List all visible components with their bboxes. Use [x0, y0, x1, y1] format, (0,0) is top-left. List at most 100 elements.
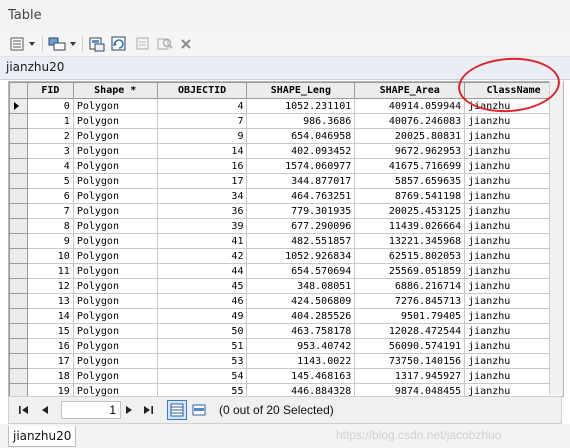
cell-shape-leng[interactable]: 463.758178: [246, 323, 356, 339]
cell-shape-area[interactable]: 20025.80831: [354, 128, 466, 144]
cell-shape-leng[interactable]: 986.3686: [246, 113, 356, 129]
cell-fid[interactable]: 16: [26, 338, 74, 354]
cell-shape[interactable]: Polygon: [72, 323, 158, 339]
table-row[interactable]: 1 Polygon 7 986.3686 40076.246083 jianzhu: [9, 113, 563, 129]
row-selector[interactable]: [9, 233, 28, 249]
cell-classname[interactable]: jianzhu: [464, 323, 563, 339]
cell-shape[interactable]: Polygon: [72, 308, 158, 324]
cell-fid[interactable]: 6: [26, 188, 74, 204]
cell-shape-area[interactable]: 40914.059944: [354, 98, 466, 114]
cell-shape-leng[interactable]: 464.763251: [246, 188, 356, 204]
current-record-input[interactable]: 1: [61, 401, 121, 419]
related-tables-icon[interactable]: [48, 35, 78, 53]
cell-classname[interactable]: jianzhu: [464, 113, 563, 129]
cell-shape[interactable]: Polygon: [72, 293, 158, 309]
cell-shape-leng[interactable]: 953.40742: [246, 338, 356, 354]
cell-classname[interactable]: jianzhu: [464, 128, 563, 144]
cell-classname[interactable]: jianzhu: [464, 203, 563, 219]
first-record-icon[interactable]: [17, 403, 31, 417]
cell-fid[interactable]: 13: [26, 293, 74, 309]
row-selector[interactable]: [9, 113, 28, 129]
column-header-fid[interactable]: FID: [26, 82, 74, 99]
row-selector[interactable]: [9, 338, 28, 354]
cell-classname[interactable]: jianzhu: [464, 383, 563, 396]
cell-shape-area[interactable]: 7276.845713: [354, 293, 466, 309]
tab-jianzhu20[interactable]: jianzhu20: [8, 426, 77, 447]
cell-classname[interactable]: jianzhu: [464, 158, 563, 174]
table-row[interactable]: 5 Polygon 17 344.877017 5857.659635 jianzhu: [9, 173, 563, 189]
row-selector[interactable]: [9, 218, 28, 234]
cell-shape[interactable]: Polygon: [72, 278, 158, 294]
table-row[interactable]: 16 Polygon 51 953.40742 56090.574191 jianzhu: [9, 338, 563, 354]
cell-fid[interactable]: 19: [26, 383, 74, 396]
show-selected-records-icon[interactable]: [189, 400, 209, 420]
cell-classname[interactable]: jianzhu: [464, 338, 563, 354]
cell-shape[interactable]: Polygon: [72, 188, 158, 204]
cell-shape-leng[interactable]: 482.551857: [246, 233, 356, 249]
cell-shape-area[interactable]: 73750.140156: [354, 353, 466, 369]
cell-fid[interactable]: 3: [26, 143, 74, 159]
clear-selection-icon[interactable]: [134, 35, 152, 53]
table-row[interactable]: 3 Polygon 14 402.093452 9672.962953 jianzhu: [9, 143, 563, 159]
cell-shape[interactable]: Polygon: [72, 233, 158, 249]
cell-classname[interactable]: jianzhu: [464, 308, 563, 324]
cell-objectid[interactable]: 49: [156, 308, 248, 324]
cell-shape[interactable]: Polygon: [72, 263, 158, 279]
cell-shape-area[interactable]: 5857.659635: [354, 173, 466, 189]
cell-shape[interactable]: Polygon: [72, 338, 158, 354]
row-selector[interactable]: [9, 383, 28, 396]
cell-fid[interactable]: 2: [26, 128, 74, 144]
cell-classname[interactable]: jianzhu: [464, 368, 563, 384]
cell-shape-area[interactable]: 40076.246083: [354, 113, 466, 129]
cell-shape[interactable]: Polygon: [72, 383, 158, 396]
cell-classname[interactable]: jianzhu: [464, 173, 563, 189]
cell-classname[interactable]: jianzhu: [464, 143, 563, 159]
row-selector[interactable]: [9, 128, 28, 144]
cell-shape-area[interactable]: 41675.716699: [354, 158, 466, 174]
cell-objectid[interactable]: 53: [156, 353, 248, 369]
cell-classname[interactable]: jianzhu: [464, 188, 563, 204]
cell-classname[interactable]: jianzhu: [464, 263, 563, 279]
table-row[interactable]: 19 Polygon 55 446.884328 9874.048455 jianzhu: [9, 383, 563, 396]
cell-shape[interactable]: Polygon: [72, 368, 158, 384]
cell-shape[interactable]: Polygon: [72, 143, 158, 159]
cell-shape[interactable]: Polygon: [72, 113, 158, 129]
table-row[interactable]: 10 Polygon 42 1052.926834 62515.802053 jianzh…: [9, 248, 563, 264]
cell-shape-leng[interactable]: 424.506809: [246, 293, 356, 309]
row-selector-header[interactable]: [9, 82, 28, 99]
cell-classname[interactable]: jianzhu: [464, 248, 563, 264]
cell-objectid[interactable]: 39: [156, 218, 248, 234]
cell-objectid[interactable]: 41: [156, 233, 248, 249]
row-selector[interactable]: [9, 263, 28, 279]
cell-shape[interactable]: Polygon: [72, 98, 158, 114]
cell-objectid[interactable]: 54: [156, 368, 248, 384]
row-selector[interactable]: [9, 368, 28, 384]
cell-objectid[interactable]: 9: [156, 128, 248, 144]
cell-classname[interactable]: jianzhu: [464, 233, 563, 249]
cell-fid[interactable]: 1: [26, 113, 74, 129]
cell-shape-leng[interactable]: 348.08051: [246, 278, 356, 294]
cell-objectid[interactable]: 50: [156, 323, 248, 339]
row-selector[interactable]: [9, 203, 28, 219]
show-all-records-icon[interactable]: [167, 400, 187, 420]
row-selector[interactable]: [9, 158, 28, 174]
cell-objectid[interactable]: 34: [156, 188, 248, 204]
table-row[interactable]: 2 Polygon 9 654.046958 20025.80831 jianzhu: [9, 128, 563, 144]
cell-objectid[interactable]: 46: [156, 293, 248, 309]
cell-objectid[interactable]: 4: [156, 98, 248, 114]
table-row[interactable]: 18 Polygon 54 145.468163 1317.945927 jianzhu: [9, 368, 563, 384]
cell-shape[interactable]: Polygon: [72, 218, 158, 234]
table-row[interactable]: 4 Polygon 16 1574.060977 41675.716699 jianzhu: [9, 158, 563, 174]
cell-objectid[interactable]: 42: [156, 248, 248, 264]
column-header-objectid[interactable]: OBJECTID: [156, 82, 248, 99]
cell-shape-leng[interactable]: 677.290096: [246, 218, 356, 234]
cell-fid[interactable]: 18: [26, 368, 74, 384]
cell-fid[interactable]: 17: [26, 353, 74, 369]
cell-shape-leng[interactable]: 446.884328: [246, 383, 356, 396]
cell-fid[interactable]: 7: [26, 203, 74, 219]
cell-fid[interactable]: 12: [26, 278, 74, 294]
cell-classname[interactable]: jianzhu: [464, 353, 563, 369]
row-selector[interactable]: [9, 98, 28, 114]
cell-fid[interactable]: 0: [26, 98, 74, 114]
cell-shape[interactable]: Polygon: [72, 248, 158, 264]
